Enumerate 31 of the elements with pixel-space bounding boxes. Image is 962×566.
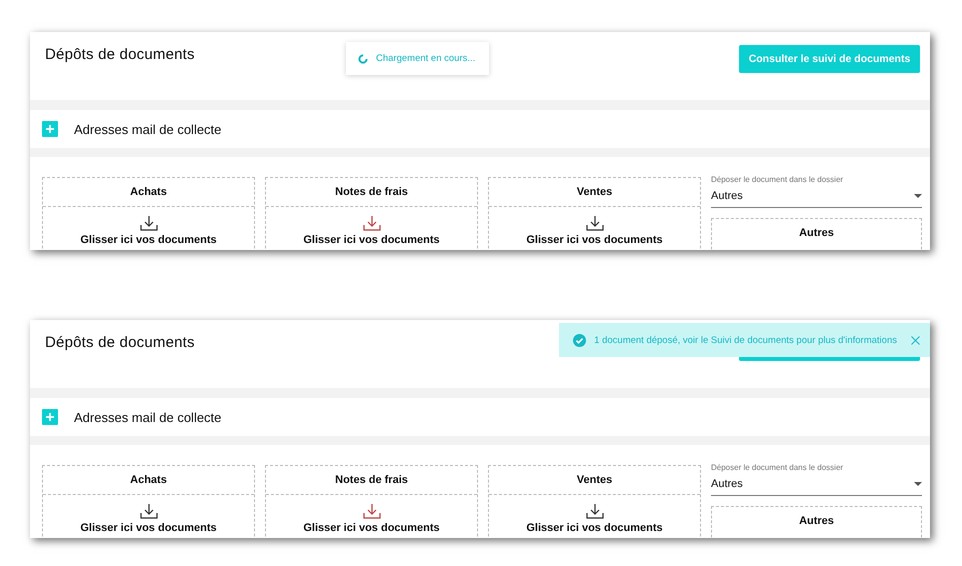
caret-icon [914,194,922,198]
section-title[interactable]: Adresses mail de collecte [74,410,222,424]
folder-select[interactable]: Autres [711,473,922,496]
page-title: Dépôts de documents [45,46,195,63]
download-icon [362,215,380,231]
download-icon [140,215,158,231]
caret-icon [914,482,922,486]
download-icon [362,503,380,519]
field-label: Déposer le document dans le dossier [711,463,844,472]
drop-zone[interactable]: Notes de frais Glisser ici vos documents [265,465,478,538]
download-icon [586,503,604,519]
toast-message: 1 document déposé, voir le Suivi de documents pour plus d'informations [594,334,897,346]
download-icon [140,503,158,519]
toast-message: Chargement en cours... [376,53,476,64]
drop-zone[interactable]: Notes de frais Glisser ici vos documents [265,177,478,250]
drop-zone[interactable]: Achats Glisser ici vos documents [42,177,255,250]
page-title: Dépôts de documents [45,334,195,351]
drop-zone[interactable]: Autres [711,218,922,250]
download-icon [586,215,604,231]
spinner-icon [358,54,368,64]
close-icon[interactable] [911,336,920,344]
drop-zone[interactable]: Ventes Glisser ici vos documents [488,177,701,250]
field-label: Déposer le document dans le dossier [711,175,844,184]
drop-zone[interactable]: Achats Glisser ici vos documents [42,465,255,538]
plus-icon[interactable] [42,121,58,137]
folder-select[interactable]: Autres [711,185,922,208]
check-circle-icon [573,334,586,346]
drop-zone[interactable]: Ventes Glisser ici vos documents [488,465,701,538]
drop-zone[interactable]: Autres [711,506,922,538]
plus-icon[interactable] [42,409,58,425]
section-title[interactable]: Adresses mail de collecte [74,122,222,136]
